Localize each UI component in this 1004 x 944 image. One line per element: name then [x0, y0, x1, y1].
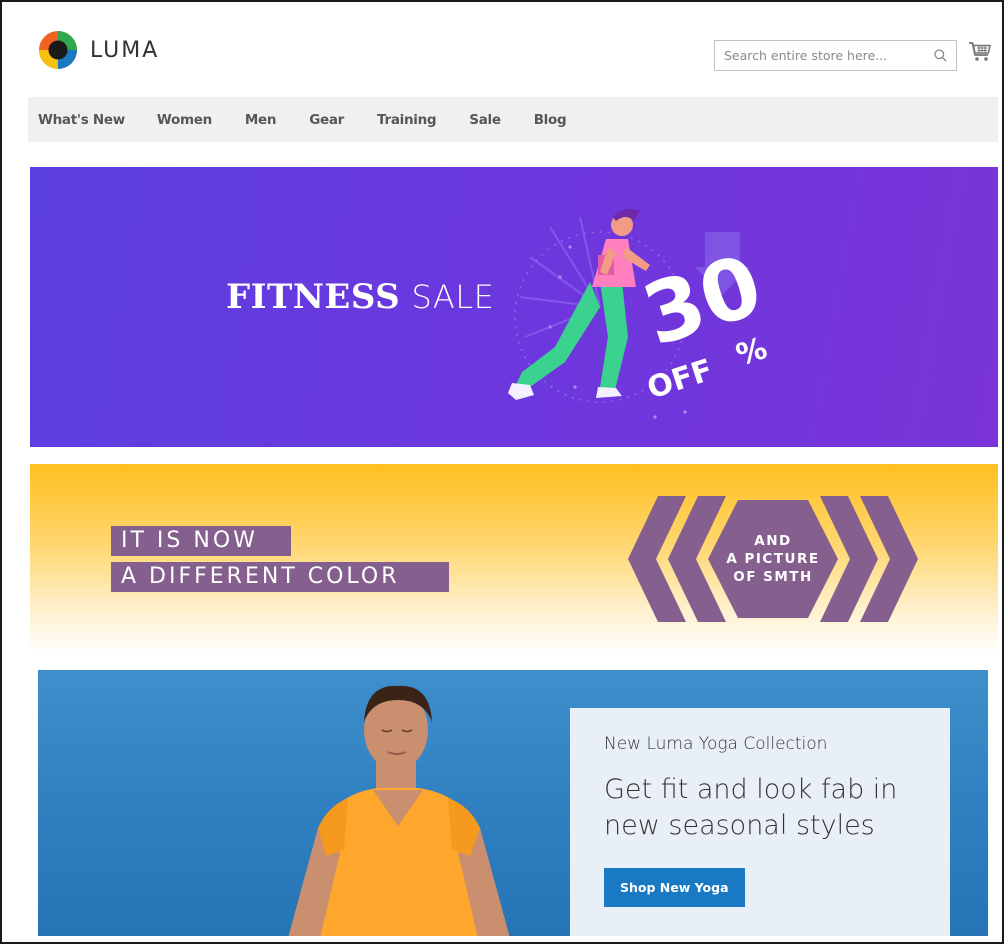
- promo-headline: Get fit and look fab in new seasonal sty…: [604, 774, 898, 841]
- chevron-badge: AND A PICTURE OF SMTH: [628, 496, 918, 622]
- luma-logo-icon: [39, 31, 77, 69]
- badge-caption: AND A PICTURE OF SMTH: [628, 496, 918, 622]
- site-header: LUMA: [28, 24, 998, 84]
- nav-item-gear[interactable]: Gear: [309, 112, 344, 128]
- promo-kicker: New Luma Yoga Collection: [604, 734, 828, 754]
- nav-item-training[interactable]: Training: [377, 112, 437, 128]
- fitness-title-bold: FITNESS: [226, 277, 401, 317]
- badge-line-3: OF SMTH: [733, 569, 813, 585]
- badge-line-1: AND: [754, 533, 792, 549]
- search-input[interactable]: [715, 41, 929, 70]
- discount-off: OFF: [643, 353, 717, 407]
- search-box[interactable]: [714, 40, 957, 71]
- nav-item-blog[interactable]: Blog: [534, 112, 567, 128]
- nav-item-whats-new[interactable]: What's New: [38, 112, 125, 128]
- yoga-promo-box: New Luma Yoga Collection Get fit and loo…: [570, 708, 950, 936]
- badge-line-2: A PICTURE: [726, 551, 820, 567]
- nav-item-sale[interactable]: Sale: [469, 112, 501, 128]
- logo-link[interactable]: LUMA: [38, 30, 159, 70]
- runner-illustration: 30 % OFF: [508, 209, 773, 419]
- discount-percent: %: [732, 331, 771, 374]
- page-frame: LUMA What's New Women Men: [0, 0, 1004, 944]
- search-icon[interactable]: [929, 45, 951, 67]
- nav-item-women[interactable]: Women: [157, 112, 212, 128]
- shop-new-yoga-button[interactable]: Shop New Yoga: [604, 868, 745, 907]
- cart-icon[interactable]: [968, 40, 992, 64]
- banner-line-1: IT IS NOW: [111, 526, 291, 556]
- yoga-model-image: [288, 685, 510, 936]
- nav-item-men[interactable]: Men: [245, 112, 277, 128]
- brand-name: LUMA: [90, 37, 160, 63]
- different-color-banner[interactable]: IT IS NOW A DIFFERENT COLOR AND A PICTUR…: [30, 464, 998, 654]
- yoga-collection-banner: New Luma Yoga Collection Get fit and loo…: [38, 670, 988, 936]
- banner-line-2: A DIFFERENT COLOR: [111, 562, 449, 592]
- fitness-sale-banner[interactable]: FITNESS SALE 30 % OFF: [30, 167, 998, 447]
- main-navigation: What's New Women Men Gear Training Sale …: [28, 97, 998, 142]
